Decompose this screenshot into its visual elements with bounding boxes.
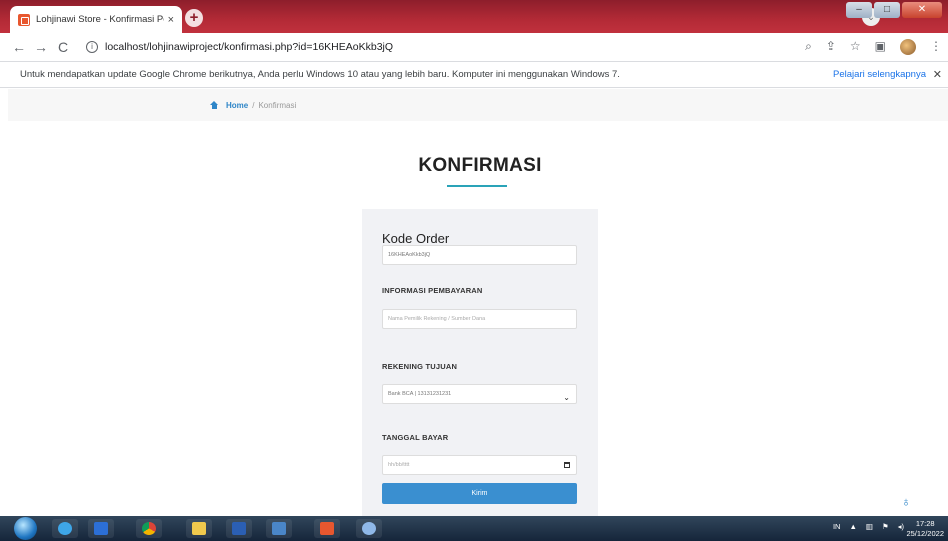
language-indicator[interactable]: IN: [833, 522, 841, 531]
chevron-down-icon: ⌄: [563, 393, 570, 402]
back-arrow-icon[interactable]: ←: [8, 39, 30, 55]
start-button[interactable]: [14, 517, 37, 540]
tab-title: Lohjinawi Store - Konfirmasi Pem: [36, 14, 164, 25]
infobar-close-icon[interactable]: ✕: [933, 68, 942, 81]
breadcrumb-current: Konfirmasi: [258, 100, 297, 110]
learn-more-link[interactable]: Pelajari selengkapnya: [833, 69, 926, 80]
title-underline: [447, 185, 507, 187]
windows-taskbar: IN ▲ ▥ ⚑ ◂) 17:28 25/12/2022: [0, 516, 948, 541]
account-holder-input[interactable]: Nama Pemilik Rekening / Sumber Dana: [382, 309, 577, 329]
breadcrumb-home-link[interactable]: Home: [226, 101, 248, 110]
minimize-button[interactable]: –: [846, 2, 872, 18]
payment-date-input[interactable]: hh/bb/tttt: [382, 455, 577, 475]
infobar-message: Untuk mendapatkan update Google Chrome b…: [20, 69, 620, 80]
clock-date: 25/12/2022: [906, 529, 944, 538]
breadcrumb: Home / Konfirmasi: [8, 89, 948, 121]
browser-titlebar: Lohjinawi Store - Konfirmasi Pem × + ⌄ –…: [0, 0, 948, 33]
maximize-button[interactable]: □: [874, 2, 900, 18]
share-icon[interactable]: ⇪: [826, 39, 836, 55]
close-window-button[interactable]: ✕: [902, 2, 942, 18]
new-tab-button[interactable]: +: [185, 9, 203, 27]
order-code-label: Kode Order: [382, 231, 450, 246]
page-title: KONFIRMASI: [418, 155, 542, 176]
destination-account-select[interactable]: Bank BCA | 13131231231 ⌄: [382, 384, 577, 404]
payment-date-label: TANGGAL BAYAR: [382, 433, 449, 442]
calendar-icon[interactable]: [564, 462, 570, 468]
submit-button[interactable]: Kirim: [382, 483, 577, 504]
bookmark-star-icon[interactable]: ☆: [850, 39, 861, 55]
confirmation-form: Kode Order 16KHEAoKkb3jQ INFORMASI PEMBA…: [362, 209, 598, 519]
chrome-taskbar-icon[interactable]: [136, 519, 162, 538]
browser-toolbar: ← → C i localhost/lohjinawiproject/konfi…: [0, 33, 948, 62]
payment-info-label: INFORMASI PEMBAYARAN: [382, 286, 483, 295]
media-player-taskbar-icon[interactable]: [88, 519, 114, 538]
xampp-icon: [18, 13, 30, 26]
paint-taskbar-icon[interactable]: [356, 519, 382, 538]
url-text[interactable]: localhost/lohjinawiproject/konfirmasi.ph…: [105, 41, 393, 53]
update-infobar: Untuk mendapatkan update Google Chrome b…: [0, 62, 948, 88]
order-code-field[interactable]: 16KHEAoKkb3jQ: [382, 245, 577, 265]
forward-arrow-icon[interactable]: →: [30, 39, 52, 55]
system-tray: IN ▲ ▥ ⚑ ◂): [833, 522, 904, 531]
word-taskbar-icon[interactable]: [226, 519, 252, 538]
toolbar-actions: ⌕ ⇪ ☆ ▣ ⋮: [805, 39, 942, 55]
explorer-taskbar-icon[interactable]: [186, 519, 212, 538]
browser-tab[interactable]: Lohjinawi Store - Konfirmasi Pem ×: [10, 6, 182, 33]
destination-account-value: Bank BCA | 13131231231: [388, 391, 452, 397]
tab-close-icon[interactable]: ×: [168, 14, 174, 26]
profile-avatar[interactable]: [900, 39, 916, 55]
flag-icon[interactable]: ⚑: [882, 522, 889, 531]
info-icon[interactable]: i: [86, 41, 98, 53]
window-controls: – □ ✕: [846, 2, 942, 18]
zoom-icon[interactable]: ⌕: [805, 39, 812, 55]
app-taskbar-icon[interactable]: [266, 519, 292, 538]
taskbar-clock[interactable]: 17:28 25/12/2022: [906, 519, 944, 539]
side-panel-icon[interactable]: ▣: [875, 39, 886, 55]
tray-arrow-icon[interactable]: ▲: [849, 522, 856, 531]
menu-kebab-icon[interactable]: ⋮: [930, 39, 942, 55]
destination-account-label: REKENING TUJUAN: [382, 362, 458, 371]
volume-icon[interactable]: ◂): [898, 522, 904, 531]
accessibility-icon[interactable]: ♁: [897, 493, 915, 511]
clock-time: 17:28: [915, 519, 935, 528]
home-icon[interactable]: [210, 101, 219, 109]
network-icon[interactable]: ▥: [866, 522, 873, 531]
breadcrumb-separator: /: [252, 100, 255, 110]
payment-date-placeholder: hh/bb/tttt: [388, 462, 410, 468]
xampp-taskbar-icon[interactable]: [314, 519, 340, 538]
reload-icon[interactable]: C: [52, 39, 74, 55]
address-bar[interactable]: i localhost/lohjinawiproject/konfirmasi.…: [86, 36, 826, 58]
ie-taskbar-icon[interactable]: [52, 519, 78, 538]
